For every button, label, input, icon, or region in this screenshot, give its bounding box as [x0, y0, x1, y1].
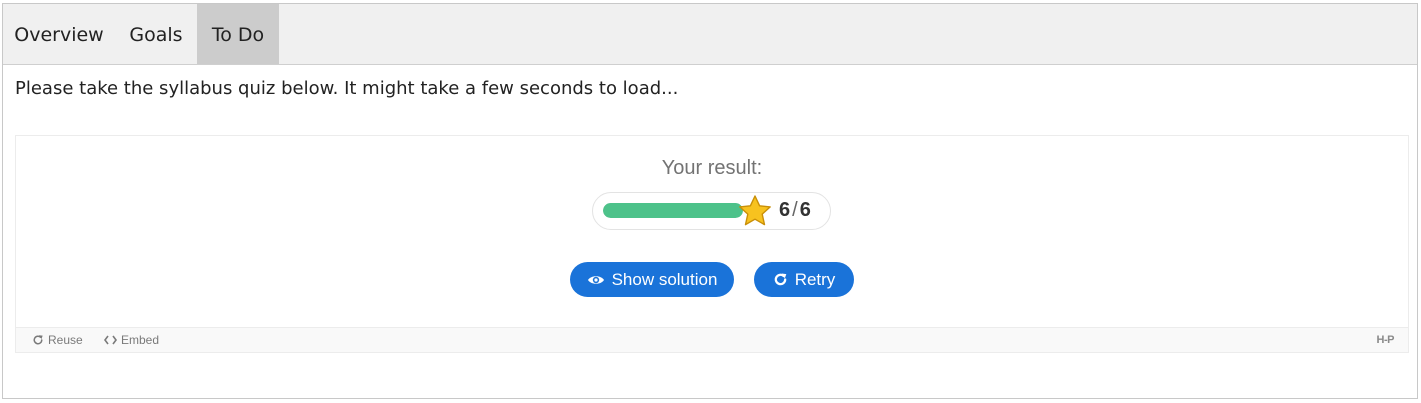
- show-solution-label: Show solution: [611, 269, 718, 289]
- content-frame: Overview Goals To Do Please take the syl…: [2, 3, 1418, 399]
- retry-button[interactable]: Retry: [754, 262, 854, 297]
- embed-label: Embed: [121, 333, 160, 347]
- embed-link[interactable]: Embed: [104, 328, 159, 352]
- score-max: 6: [799, 199, 811, 221]
- reuse-link[interactable]: Reuse: [32, 328, 83, 352]
- tab-overview[interactable]: Overview: [3, 4, 115, 64]
- tab-to-do[interactable]: To Do: [197, 4, 279, 64]
- score-progress-fill: [603, 203, 743, 218]
- score-indicator: 6/6: [592, 192, 831, 230]
- intro-text: Please take the syllabus quiz below. It …: [15, 78, 679, 99]
- result-label: Your result:: [661, 157, 763, 179]
- score-separator: /: [792, 199, 798, 221]
- eye-icon: [587, 274, 605, 286]
- score-value: 6: [779, 199, 791, 221]
- quiz-widget: Your result: 6/6 Show solution Retry Reu…: [15, 135, 1409, 353]
- refresh-icon: [773, 272, 788, 287]
- h5p-logo[interactable]: H-P: [1377, 328, 1395, 352]
- show-solution-button[interactable]: Show solution: [570, 262, 734, 297]
- star-icon: [738, 194, 772, 228]
- tab-bar: Overview Goals To Do: [3, 4, 1417, 65]
- code-icon: [104, 335, 117, 345]
- refresh-icon: [32, 334, 44, 346]
- reuse-label: Reuse: [48, 333, 83, 347]
- widget-footer: Reuse Embed H-P: [16, 327, 1408, 352]
- retry-label: Retry: [794, 269, 836, 289]
- tab-goals[interactable]: Goals: [115, 4, 197, 64]
- score-text: 6/6: [779, 199, 811, 222]
- score-progress-track: [603, 203, 743, 218]
